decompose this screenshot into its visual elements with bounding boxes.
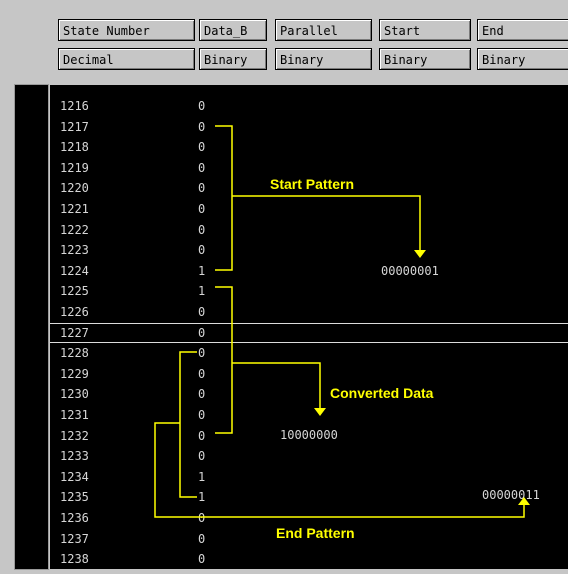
column-header-data-b[interactable]: Data_B bbox=[199, 19, 267, 41]
data-b-cell: 0 bbox=[198, 552, 206, 567]
data-b-cell: 0 bbox=[198, 531, 206, 546]
state-row[interactable]: 1224 1 bbox=[50, 261, 568, 281]
converted-data-label: Converted Data bbox=[330, 385, 434, 401]
state-number-cell: 1219 bbox=[60, 160, 89, 175]
state-number-cell: 1238 bbox=[60, 552, 89, 567]
data-b-cell: 0 bbox=[198, 119, 206, 134]
state-number-cell: 1231 bbox=[60, 408, 89, 422]
state-number-cell: 1236 bbox=[60, 511, 89, 525]
state-number-cell: 1229 bbox=[60, 366, 89, 381]
data-b-cell: 0 bbox=[198, 243, 206, 258]
data-b-cell: 0 bbox=[198, 181, 206, 196]
column-header-area: State Number Decimal Data_B Binary Paral… bbox=[0, 0, 568, 85]
column-header-state-number[interactable]: State Number bbox=[58, 19, 195, 41]
data-b-cell: 0 bbox=[198, 160, 206, 175]
column-header-start[interactable]: Start bbox=[379, 19, 471, 41]
state-row[interactable]: 1231 0 bbox=[50, 405, 568, 425]
state-number-cell: 1232 bbox=[60, 428, 89, 443]
state-number-cell: 1233 bbox=[60, 449, 89, 464]
state-row[interactable]: 1230 0 bbox=[50, 384, 568, 404]
state-row[interactable]: 1238 0 bbox=[50, 549, 568, 569]
selected-state-row[interactable]: 1227 0 bbox=[50, 322, 568, 343]
data-b-cell: 0 bbox=[198, 428, 206, 443]
state-number-cell: 1222 bbox=[60, 222, 89, 237]
data-b-cell: 0 bbox=[198, 140, 206, 155]
end-pattern-value: 00000011 bbox=[482, 488, 540, 502]
data-b-cell: 1 bbox=[198, 284, 206, 299]
state-number-cell: 1228 bbox=[60, 346, 89, 361]
state-number-cell: 1235 bbox=[60, 490, 89, 505]
data-b-cell: 0 bbox=[198, 387, 206, 402]
data-b-cell: 0 bbox=[198, 99, 206, 113]
state-row[interactable]: 1229 0 bbox=[50, 364, 568, 384]
column-format-end[interactable]: Binary bbox=[477, 48, 568, 70]
state-row[interactable]: 1228 0 bbox=[50, 343, 568, 363]
data-b-cell: 1 bbox=[198, 469, 206, 484]
data-b-cell: 0 bbox=[198, 449, 206, 464]
state-number-cell: 1216 bbox=[60, 99, 89, 113]
data-b-cell: 0 bbox=[198, 305, 206, 319]
state-row[interactable]: 1234 1 bbox=[50, 467, 568, 487]
state-row[interactable]: 1218 0 bbox=[50, 137, 568, 157]
state-row[interactable]: 1217 0 bbox=[50, 117, 568, 137]
data-b-cell: 0 bbox=[198, 408, 206, 422]
data-b-cell: 1 bbox=[198, 263, 206, 278]
state-row[interactable]: 1225 1 bbox=[50, 281, 568, 301]
column-header-end[interactable]: End bbox=[477, 19, 568, 41]
scroll-gutter[interactable] bbox=[14, 84, 49, 570]
state-row[interactable]: 1222 0 bbox=[50, 220, 568, 240]
state-row[interactable]: 1219 0 bbox=[50, 158, 568, 178]
data-b-cell: 0 bbox=[198, 325, 206, 340]
state-row[interactable]: 1223 0 bbox=[50, 240, 568, 260]
converted-data-value: 10000000 bbox=[280, 428, 338, 442]
state-row[interactable]: 1221 0 bbox=[50, 199, 568, 219]
state-number-cell: 1217 bbox=[60, 119, 89, 134]
start-pattern-value: 00000001 bbox=[381, 264, 439, 278]
data-b-cell: 0 bbox=[198, 222, 206, 237]
column-format-data-b[interactable]: Binary bbox=[199, 48, 267, 70]
column-header-parallel[interactable]: Parallel bbox=[275, 19, 372, 41]
state-number-cell: 1226 bbox=[60, 305, 89, 319]
state-number-cell: 1227 bbox=[60, 325, 89, 340]
state-row[interactable]: 1226 0 bbox=[50, 302, 568, 322]
state-number-cell: 1220 bbox=[60, 181, 89, 196]
state-number-cell: 1234 bbox=[60, 469, 89, 484]
state-number-cell: 1221 bbox=[60, 202, 89, 216]
start-pattern-label: Start Pattern bbox=[270, 176, 355, 192]
data-b-cell: 0 bbox=[198, 366, 206, 381]
state-row[interactable]: 1233 0 bbox=[50, 446, 568, 466]
column-format-parallel[interactable]: Binary bbox=[275, 48, 372, 70]
state-number-cell: 1223 bbox=[60, 243, 89, 258]
column-format-start[interactable]: Binary bbox=[379, 48, 471, 70]
column-format-state-number[interactable]: Decimal bbox=[58, 48, 195, 70]
data-b-cell: 0 bbox=[198, 346, 206, 361]
data-b-cell: 0 bbox=[198, 511, 206, 525]
state-number-cell: 1224 bbox=[60, 263, 89, 278]
state-number-cell: 1230 bbox=[60, 387, 89, 402]
state-number-cell: 1218 bbox=[60, 140, 89, 155]
data-b-cell: 1 bbox=[198, 490, 206, 505]
state-number-cell: 1225 bbox=[60, 284, 89, 299]
state-number-cell: 1237 bbox=[60, 531, 89, 546]
data-b-cell: 0 bbox=[198, 202, 206, 216]
end-pattern-label: End Pattern bbox=[276, 525, 355, 541]
state-row[interactable]: 1216 0 bbox=[50, 96, 568, 116]
